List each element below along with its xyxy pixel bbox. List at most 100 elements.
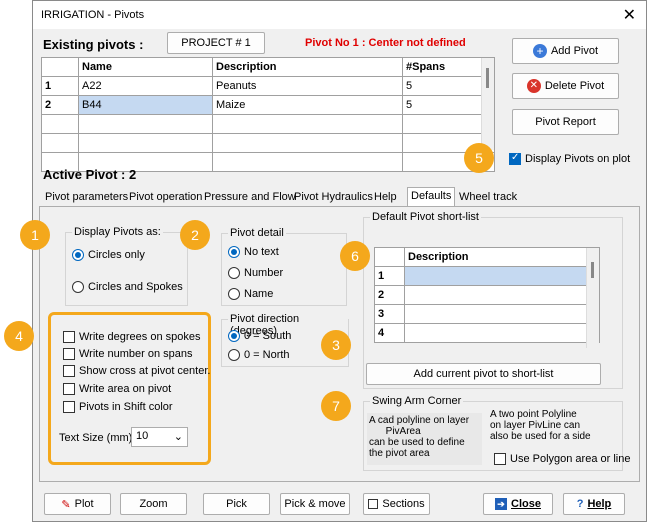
tab-pivot-parameters[interactable]: Pivot parameters <box>42 189 131 206</box>
warning-text: Pivot No 1 : Center not defined <box>305 37 466 49</box>
radio-icon <box>72 281 84 294</box>
table-row[interactable]: 1 <box>374 266 600 286</box>
help-icon: ? <box>576 498 584 510</box>
number-radio[interactable]: Number <box>228 267 284 280</box>
sections-icon <box>368 499 379 509</box>
window-title: IRRIGATION - Pivots <box>41 9 145 21</box>
table-row[interactable] <box>41 114 495 134</box>
pick-move-button[interactable]: Pick & move <box>280 493 350 515</box>
use-polygon-label: Use Polygon area or line <box>510 453 631 465</box>
callout-badge: 6 <box>340 241 370 271</box>
close-button[interactable]: ➔ Close <box>483 493 553 515</box>
pivot-detail-group: Pivot detail No text Number Name <box>221 227 347 306</box>
cell-name[interactable]: B44 <box>78 95 213 115</box>
cell-description[interactable] <box>404 266 600 286</box>
cell-name[interactable]: A22 <box>78 76 213 96</box>
cell-description[interactable] <box>404 323 600 343</box>
row-number: 2 <box>41 95 79 115</box>
radio-icon <box>228 349 240 362</box>
zoom-button[interactable]: Zoom <box>120 493 187 515</box>
table-row[interactable]: 1 A22 Peanuts 5 <box>41 76 495 96</box>
close-icon[interactable]: ✕ <box>623 5 636 25</box>
active-pivot-label: Active Pivot : 2 <box>43 167 137 182</box>
display-as-group: Display Pivots as: Circles only Circles … <box>65 226 188 306</box>
title-bar: IRRIGATION - Pivots ✕ <box>33 1 646 29</box>
pick-button[interactable]: Pick <box>203 493 270 515</box>
close-label: Close <box>511 498 541 510</box>
plot-label: Plot <box>74 498 94 510</box>
text-size-select[interactable]: 10 ⌄ <box>131 427 188 447</box>
row-number: 1 <box>374 266 405 286</box>
cell-description[interactable] <box>404 285 600 305</box>
shortlist-table: Description 1 2 3 4 <box>374 247 600 343</box>
tab-wheel-track[interactable]: Wheel track <box>456 189 520 206</box>
cell-description[interactable] <box>212 152 403 172</box>
cell-name[interactable] <box>78 114 213 134</box>
number-label: Number <box>244 267 284 279</box>
table-scrollbar[interactable] <box>481 58 494 150</box>
write-area-checkbox[interactable]: Write area on pivot <box>63 383 171 396</box>
circles-spokes-radio[interactable]: Circles and Spokes <box>72 281 183 294</box>
sections-button[interactable]: Sections <box>363 493 430 515</box>
swing-arm-label: Swing Arm Corner <box>370 395 464 407</box>
tab-pivot-hydraulics[interactable]: Pivot Hydraulics <box>291 189 376 206</box>
radio-icon <box>228 246 240 259</box>
use-polygon-checkbox[interactable]: Use Polygon area or line <box>494 453 631 466</box>
tab-help[interactable]: Help <box>371 189 400 206</box>
cell-description[interactable]: Peanuts <box>212 76 403 96</box>
callout-badge: 2 <box>180 220 210 250</box>
tab-pivot-operation[interactable]: Pivot operation <box>126 189 205 206</box>
cell-description[interactable] <box>404 304 600 324</box>
col-description: Description <box>212 57 403 77</box>
help-button[interactable]: ? Help <box>563 493 625 515</box>
delete-pivot-button[interactable]: ✕ Delete Pivot <box>512 73 619 99</box>
tab-pressure-flow[interactable]: Pressure and Flow <box>201 189 299 206</box>
radio-icon <box>228 330 240 343</box>
pivot-report-button[interactable]: Pivot Report <box>512 109 619 135</box>
add-to-shortlist-button[interactable]: Add current pivot to short-list <box>366 363 601 385</box>
south-radio[interactable]: 0 = South <box>228 330 291 343</box>
col-name: Name <box>78 57 213 77</box>
tab-defaults[interactable]: Defaults <box>407 187 456 207</box>
circles-only-radio[interactable]: Circles only <box>72 249 145 262</box>
table-row[interactable]: 2 <box>374 285 600 305</box>
project-button[interactable]: PROJECT # 1 <box>167 32 265 54</box>
no-text-radio[interactable]: No text <box>228 246 279 259</box>
checkbox-icon <box>63 401 75 414</box>
add-pivot-button[interactable]: + Add Pivot <box>512 38 619 64</box>
cell-description[interactable] <box>212 114 403 134</box>
add-pivot-label: Add Pivot <box>550 45 599 57</box>
display-as-label: Display Pivots as: <box>72 226 163 238</box>
show-cross-label: Show cross at pivot center. <box>79 365 211 377</box>
row-header-corner <box>41 57 79 77</box>
table-row[interactable]: 2 B44 Maize 5 <box>41 95 495 115</box>
show-cross-checkbox[interactable]: Show cross at pivot center. <box>63 365 211 378</box>
cell-description[interactable] <box>212 133 403 153</box>
name-radio[interactable]: Name <box>228 288 273 301</box>
shortlist-scrollbar[interactable] <box>586 248 599 348</box>
cell-name[interactable] <box>78 133 213 153</box>
checkbox-icon <box>63 383 75 396</box>
pivot-table: Name Description #Spans 1 A22 Peanuts 5 … <box>41 57 495 172</box>
table-row[interactable]: 3 <box>374 304 600 324</box>
north-label: 0 = North <box>244 349 290 361</box>
cell-description[interactable]: Maize <box>212 95 403 115</box>
scroll-thumb[interactable] <box>486 68 489 88</box>
table-row[interactable]: 4 <box>374 323 600 343</box>
write-number-checkbox[interactable]: Write number on spans <box>63 348 193 361</box>
checkbox-icon <box>63 331 75 344</box>
plot-button[interactable]: ✎ Plot <box>44 493 111 515</box>
row-number <box>41 114 79 134</box>
write-degrees-checkbox[interactable]: Write degrees on spokes <box>63 331 200 344</box>
write-number-label: Write number on spans <box>79 348 193 360</box>
shift-color-checkbox[interactable]: Pivots in Shift color <box>63 401 173 414</box>
row-number: 1 <box>41 76 79 96</box>
radio-icon <box>72 249 84 262</box>
checkbox-icon <box>494 453 506 466</box>
text-size-value: 10 <box>136 430 149 442</box>
display-pivots-on-plot-checkbox[interactable]: Display Pivots on plot <box>509 152 630 166</box>
chevron-down-icon: ⌄ <box>173 431 183 443</box>
scroll-thumb[interactable] <box>591 262 594 278</box>
north-radio[interactable]: 0 = North <box>228 349 290 362</box>
table-row[interactable] <box>41 133 495 153</box>
